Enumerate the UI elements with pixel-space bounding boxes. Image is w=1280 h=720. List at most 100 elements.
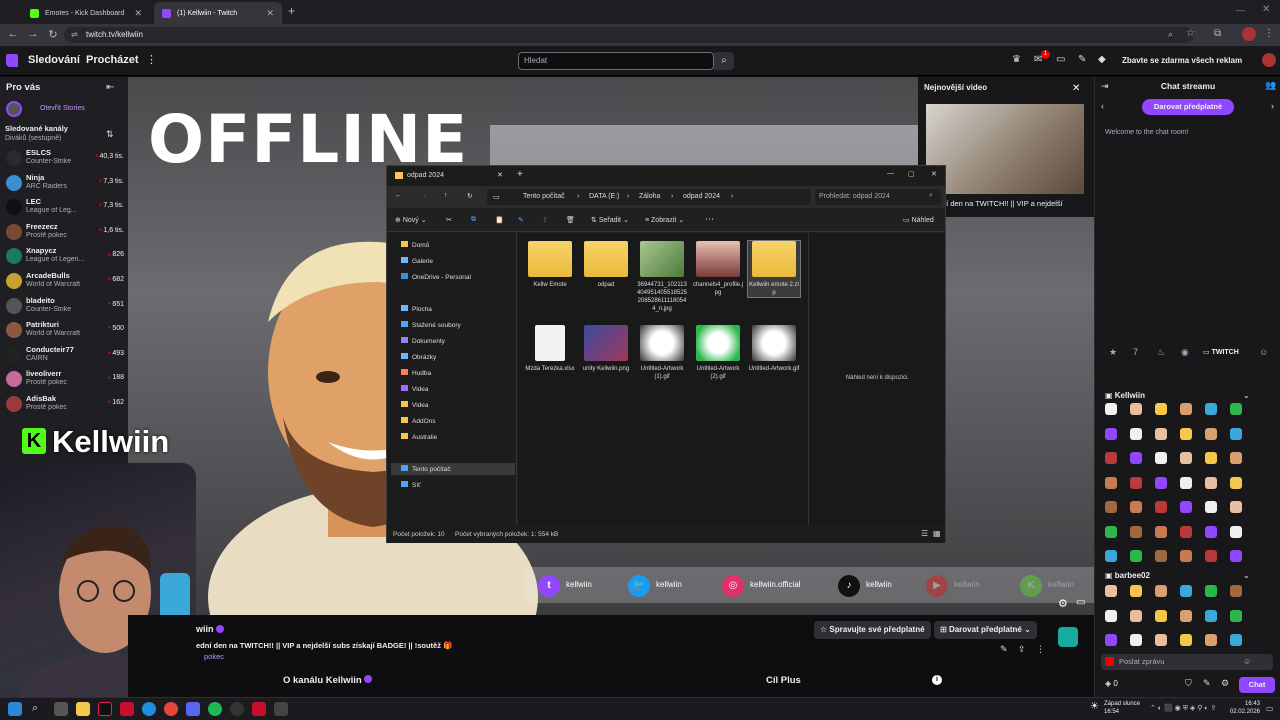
nav-pane-item[interactable]: Galerie xyxy=(401,257,433,265)
search-icon[interactable]: ⌕ xyxy=(32,702,38,715)
file-item[interactable]: channels4_profile.jpg xyxy=(692,241,744,297)
collapse-sidebar-icon[interactable]: ⇤ xyxy=(106,82,114,93)
emote[interactable] xyxy=(1130,525,1142,538)
emote[interactable] xyxy=(1230,585,1242,597)
emote[interactable] xyxy=(1180,525,1192,538)
paste-icon[interactable]: 📋 xyxy=(495,216,504,224)
sidebar-channel[interactable]: AdisBakProstě pokec 162 xyxy=(4,393,124,417)
nav-pane-item[interactable]: Tento počítač xyxy=(391,463,515,475)
social-handle[interactable]: kellwiin xyxy=(866,580,892,589)
edit-icon[interactable]: ✎ xyxy=(1000,644,1008,655)
clock[interactable]: 16:43 02.02.2026 xyxy=(1226,700,1260,716)
weather-widget[interactable]: Západ slunce 16:54 xyxy=(1104,700,1140,716)
emote[interactable] xyxy=(1155,427,1167,440)
sidebar-channel[interactable]: Conducteir77CAIRN 493 xyxy=(4,344,124,368)
nav-pane-item[interactable]: Videa xyxy=(401,401,429,409)
chevron-left-icon[interactable]: ‹ xyxy=(1101,101,1104,111)
forward-icon[interactable]: → xyxy=(26,28,40,40)
sidebar-channel[interactable]: bladeitoCounter-Strike 651 xyxy=(4,295,124,319)
back-icon[interactable]: ← xyxy=(6,28,20,40)
view-button[interactable]: ≡ Zobrazit ⌄ xyxy=(645,216,684,224)
emote[interactable] xyxy=(1130,452,1142,464)
url-field[interactable]: twitch.tv/kellwiin xyxy=(64,27,1194,43)
user-avatar[interactable] xyxy=(1262,53,1276,67)
reload-icon[interactable]: ↻ xyxy=(46,28,60,41)
emote[interactable] xyxy=(1130,403,1142,415)
emote[interactable] xyxy=(1155,525,1167,538)
breadcrumb-item[interactable]: Tento počítač xyxy=(523,193,565,200)
emote[interactable] xyxy=(1155,501,1167,513)
nav-pane-item[interactable]: AddOns xyxy=(401,417,436,425)
site-info-icon[interactable]: ⇌ xyxy=(71,30,78,39)
settings-gear-icon[interactable]: ⚙ xyxy=(1058,597,1068,610)
emote[interactable] xyxy=(1230,427,1242,440)
browser-tab-twitch[interactable]: (1) Kellwiin - Twitch ✕ xyxy=(154,2,282,24)
emote[interactable] xyxy=(1130,609,1142,622)
emote[interactable] xyxy=(1155,476,1167,489)
emote[interactable] xyxy=(1155,403,1167,415)
emote[interactable] xyxy=(1180,427,1192,440)
favorites-star-icon[interactable]: ★ xyxy=(1109,347,1117,358)
file-item[interactable]: Kellw Emote xyxy=(524,241,576,289)
browser-tab-kick[interactable]: Emotes - Kick Dashboard ✕ xyxy=(22,2,150,24)
nav-pane-item[interactable]: Dokumenty xyxy=(401,337,445,345)
nav-pane-item[interactable]: Australie xyxy=(401,433,437,441)
explorer-search-input[interactable]: Prohledat: odpad 2024 ⌕ xyxy=(815,189,941,205)
system-tray-icons[interactable]: ⌃ ◐ ⬛ ◉ ⛨ ◈ ⚲ ◐ ⇪ xyxy=(1150,704,1216,713)
nav-pane-item[interactable]: Hudba xyxy=(401,369,431,377)
twitch-logo-icon[interactable] xyxy=(6,54,18,67)
x-app-icon[interactable] xyxy=(120,702,134,716)
emote[interactable] xyxy=(1180,452,1192,464)
emote[interactable] xyxy=(1230,550,1242,562)
emote[interactable] xyxy=(1155,585,1167,597)
close-icon[interactable]: ✕ xyxy=(134,8,142,19)
emote[interactable] xyxy=(1180,403,1192,415)
pen-icon[interactable]: ✎ xyxy=(1203,678,1211,689)
windows-start-icon[interactable] xyxy=(8,702,22,716)
app-icon[interactable] xyxy=(274,702,288,716)
sidebar-channel[interactable]: LECLeague of Leg... 7,3 tis. xyxy=(4,196,124,220)
social-handle[interactable]: kellwiin.official xyxy=(750,580,801,589)
following-link[interactable]: Sledování xyxy=(28,54,80,66)
file-item[interactable]: Untitled-Artwork.gif xyxy=(748,325,800,373)
profile-avatar[interactable] xyxy=(1242,27,1256,41)
breadcrumb[interactable]: ▭ Tento počítač › DATA (E:) › Záloha › o… xyxy=(487,189,811,205)
emote[interactable] xyxy=(1130,634,1142,646)
prime-crown-icon[interactable]: ♛ xyxy=(1012,54,1021,65)
social-icon[interactable]: t xyxy=(538,575,560,597)
emote[interactable] xyxy=(1230,634,1242,646)
gem-icon[interactable]: ◆ xyxy=(1098,54,1106,65)
sidebar-channel[interactable]: liveoliverrProstě pokec 188 xyxy=(4,368,124,392)
social-handle[interactable]: kellwiin xyxy=(954,580,980,589)
file-explorer-icon[interactable] xyxy=(76,702,90,716)
close-icon[interactable]: ✕ xyxy=(1072,83,1080,94)
search-icon[interactable]: ⌕ xyxy=(714,52,734,70)
video-thumbnail[interactable] xyxy=(926,104,1084,194)
preview-toggle[interactable]: ▭ Náhled xyxy=(903,216,934,224)
social-handle[interactable]: kellwiin xyxy=(566,580,592,589)
rename-icon[interactable]: ✎ xyxy=(518,216,524,224)
window-close-icon[interactable]: ✕ xyxy=(931,170,937,178)
sidebar-channel[interactable]: XnapyczLeague of Legen... 826 xyxy=(4,245,124,269)
emote[interactable] xyxy=(1180,501,1192,513)
new-tab-button[interactable]: + xyxy=(288,4,295,18)
emote[interactable] xyxy=(1105,609,1117,622)
nav-pane-item[interactable]: Videa xyxy=(401,385,429,393)
chevron-down-icon[interactable]: ⌄ xyxy=(1243,571,1250,580)
social-icon[interactable]: ◎ xyxy=(722,575,744,597)
emote[interactable] xyxy=(1205,585,1217,597)
file-item[interactable]: unity Kellwiin.png xyxy=(580,325,632,373)
bttv-icon[interactable]: ♨ xyxy=(1157,347,1165,358)
emote[interactable] xyxy=(1230,525,1242,538)
emote[interactable] xyxy=(1180,585,1192,597)
more-icon[interactable]: ⋮ xyxy=(1036,644,1045,655)
emoji-icon[interactable]: ☺ xyxy=(1259,347,1268,357)
category-link[interactable]: pokec xyxy=(204,652,224,661)
emote[interactable] xyxy=(1205,403,1217,415)
social-icon[interactable]: K xyxy=(1020,575,1042,597)
chevron-right-icon[interactable]: › xyxy=(1271,101,1274,111)
maximize-icon[interactable]: ▢ xyxy=(908,170,915,178)
emote[interactable] xyxy=(1105,501,1117,513)
new-tab-icon[interactable]: + xyxy=(517,169,523,180)
twitch-emotes-tab[interactable]: ▭ TWITCH xyxy=(1203,348,1239,356)
